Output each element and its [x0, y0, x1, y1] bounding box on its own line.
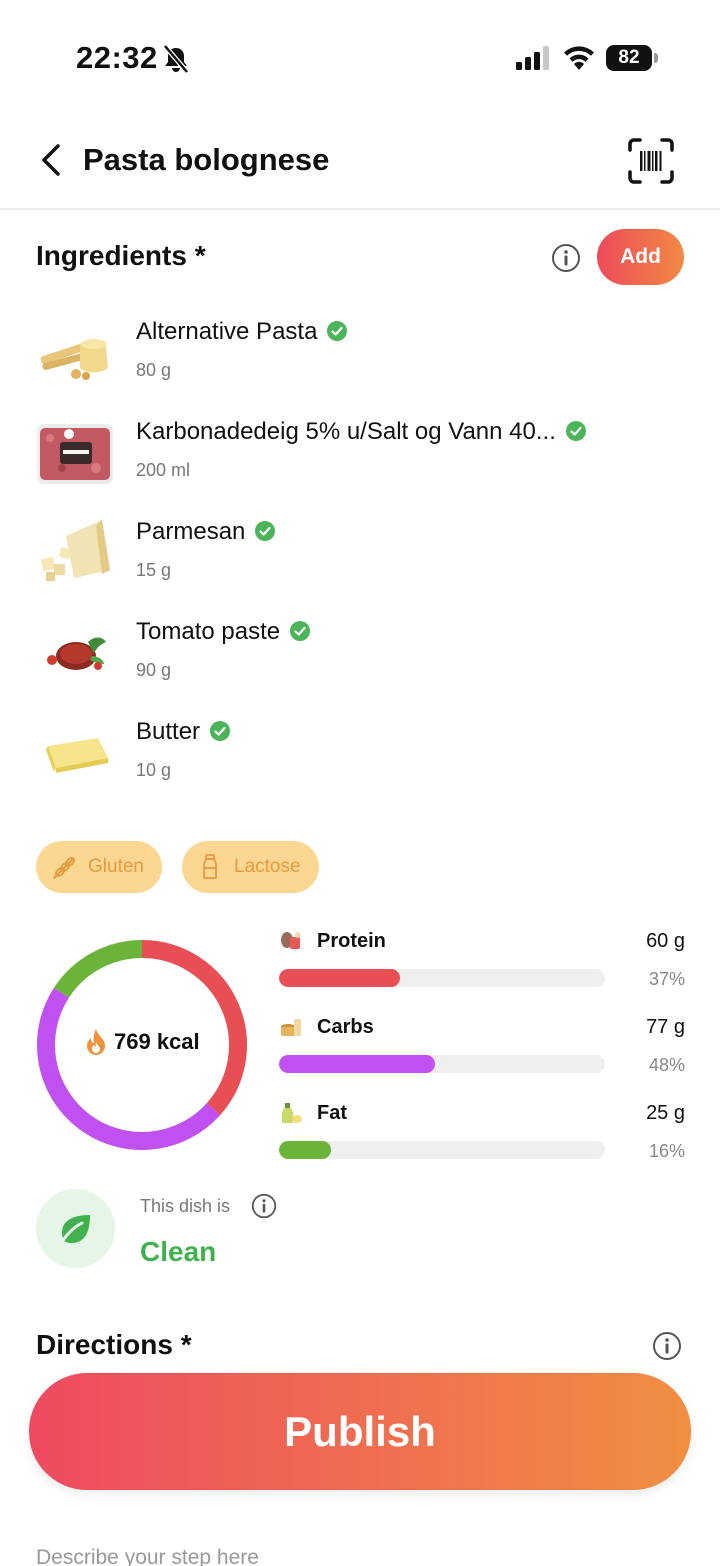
macro-percent: 16% [648, 1141, 685, 1161]
macro-progress-track [279, 969, 605, 987]
verified-check-icon [255, 520, 276, 541]
directions-title: Directions * [36, 1329, 192, 1360]
macro-progress-fill [279, 1141, 332, 1159]
donut-segment-carbs [37, 987, 221, 1150]
macro-value: 25 g [646, 1102, 685, 1124]
protein-food-icon [281, 932, 301, 949]
header: Pasta bolognese [0, 110, 720, 210]
clean-badge [36, 1189, 115, 1268]
add-ingredient-button[interactable]: Add [597, 229, 684, 285]
macro-percent: 48% [648, 1055, 685, 1075]
donut-segment-fat [53, 940, 143, 998]
ingredient-name: Tomato paste [136, 618, 281, 645]
dish-status-info-icon[interactable] [251, 1193, 277, 1219]
milk-bottle-icon [203, 854, 217, 879]
directions-info-icon[interactable] [652, 1331, 682, 1361]
macro-progress-fill [279, 1055, 436, 1073]
ingredient-item[interactable]: Karbonadedeig 5% u/Salt og Vann 40... 20… [36, 418, 686, 498]
status-bar: 22:32 82 [0, 0, 720, 110]
ingredient-name: Alternative Pasta [136, 318, 318, 345]
cellular-signal-icon [516, 46, 549, 70]
ingredient-item[interactable]: Parmesan 15 g [36, 518, 686, 598]
ingredient-amount: 10 g [136, 760, 172, 780]
verified-check-icon [210, 720, 231, 741]
allergen-label: Gluten [88, 856, 144, 877]
wheat-icon [53, 856, 76, 879]
macro-fat: Fat 25 g 16% [279, 1101, 685, 1171]
ingredient-item[interactable]: Tomato paste 90 g [36, 618, 686, 698]
ingredient-name: Parmesan [136, 518, 246, 545]
step-description-input[interactable]: Describe your step here [36, 1546, 259, 1566]
tomato-paste-thumbnail [47, 637, 106, 670]
macro-label: Carbs [317, 1016, 374, 1038]
butter-thumbnail [46, 738, 108, 773]
ingredient-amount: 80 g [136, 360, 172, 380]
wifi-icon [564, 46, 594, 70]
ingredient-amount: 200 ml [136, 460, 191, 480]
bell-muted-icon [163, 44, 189, 74]
minced-meat-thumbnail [37, 424, 113, 484]
leaf-icon [58, 1215, 90, 1247]
battery-level: 82 [606, 45, 652, 71]
macro-progress-track [279, 1055, 605, 1073]
ingredient-name: Butter [136, 718, 201, 745]
page-title: Pasta bolognese [83, 142, 330, 177]
allergen-badge-gluten: Gluten [36, 841, 162, 893]
macro-label: Protein [317, 930, 386, 952]
verified-check-icon [327, 320, 348, 341]
allergen-label: Lactose [234, 856, 301, 877]
publish-button[interactable]: Publish [29, 1373, 691, 1490]
barcode-scan-icon[interactable] [628, 138, 674, 184]
pasta-thumbnail [40, 339, 108, 380]
battery-icon: 82 [606, 45, 658, 71]
macro-label: Fat [317, 1102, 347, 1124]
kcal-value: 769 kcal [114, 1029, 200, 1054]
status-time: 22:32 [76, 40, 158, 75]
verified-check-icon [290, 620, 311, 641]
parmesan-thumbnail [40, 520, 110, 581]
macro-percent: 37% [648, 969, 685, 989]
ingredient-amount: 15 g [136, 560, 172, 580]
allergen-badge-lactose: Lactose [182, 841, 319, 893]
ingredients-title: Ingredients * [36, 240, 206, 271]
ingredient-name: Karbonadedeig 5% u/Salt og Vann 40... [136, 418, 556, 445]
macro-protein: Protein 60 g 37% [279, 929, 685, 999]
macro-value: 60 g [646, 930, 685, 952]
calories-total: 769 kcal [84, 1028, 200, 1056]
flame-icon [87, 1029, 105, 1055]
back-chevron-icon[interactable] [36, 140, 68, 180]
verified-check-icon [565, 420, 586, 441]
macro-carbs: Carbs 77 g 48% [279, 1015, 685, 1085]
dish-status-value: Clean [140, 1236, 217, 1267]
ingredient-amount: 90 g [136, 660, 172, 680]
fat-oil-icon [282, 1103, 302, 1123]
macro-value: 77 g [646, 1016, 685, 1038]
macro-progress-track [279, 1141, 605, 1159]
ingredient-item[interactable]: Butter 10 g [36, 718, 686, 798]
dish-status-caption: This dish is [140, 1196, 231, 1216]
macro-progress-fill [279, 969, 400, 987]
ingredients-info-icon[interactable] [551, 243, 581, 273]
ingredient-item[interactable]: Alternative Pasta 80 g [36, 318, 686, 398]
carbs-bread-icon [281, 1019, 301, 1036]
